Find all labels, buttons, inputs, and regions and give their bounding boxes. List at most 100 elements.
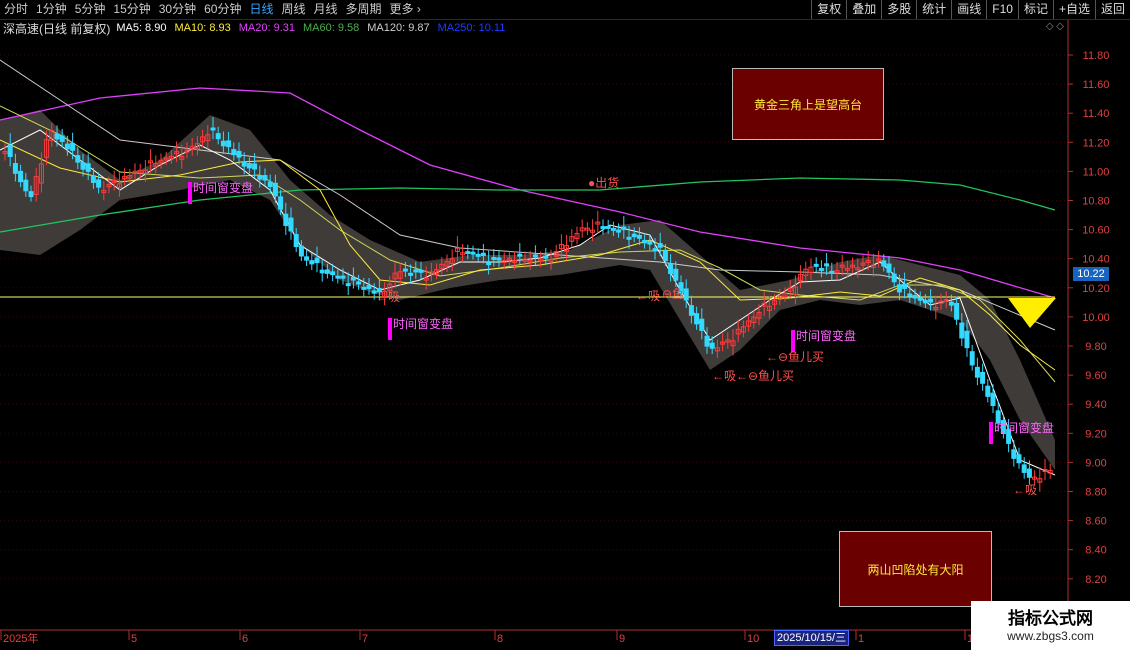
price-axis: 11.80 11.60 11.40 11.20 11.00 10.80 10.60 10.40… [1068,50,1110,586]
ma20-line [0,105,1056,383]
period-tab[interactable]: 5分钟 [75,0,106,19]
candle-body [356,281,362,285]
candle-body [236,150,242,158]
candle-body [928,298,934,303]
price-tick-label: 9.80 [1085,341,1106,353]
candle-body [824,263,830,267]
candle-body [54,133,60,140]
candle-body [408,272,414,276]
candle-body [621,226,627,231]
period-tab[interactable]: 月线 [314,0,338,19]
ma-legend-item: MA10: 8.93 [174,22,231,34]
candle-body [636,234,642,239]
period-tab[interactable]: 更多 › [390,0,421,19]
watermark-url: www.zbgs3.com [1007,628,1094,643]
tool-button[interactable]: 返回 [1094,0,1130,19]
signal-marker [388,318,392,340]
current-price-tag: 10.22 [1073,267,1109,281]
candle-body [600,226,606,230]
signal-label: ←⊖鱼儿买 [766,350,824,364]
tool-button[interactable]: 复权 [811,0,846,19]
price-tick-label: 9.00 [1085,457,1106,469]
candle-body [907,293,913,297]
price-grid [0,54,1068,580]
candle-body [688,305,694,316]
tool-button[interactable]: 叠加 [846,0,881,19]
candle-body [340,275,346,279]
watermark: 指标公式网 www.zbgs3.com [971,601,1130,650]
candle-body [605,225,611,229]
indicator-line: 深高速(日线 前复权) MA5: 8.90 MA10: 8.93 MA20: 9.3… [0,20,1068,36]
candle-body [470,251,476,255]
period-tab[interactable]: 30分钟 [159,0,196,19]
tool-button[interactable]: 标记 [1017,0,1053,19]
tool-button[interactable]: 画线 [951,0,986,19]
ma-legend-item: MA250: 10.11 [437,22,506,34]
period-tab[interactable]: 周线 [281,0,305,19]
candle-body [278,196,284,210]
price-tick-label: 11.80 [1083,50,1110,62]
candle-body [517,253,523,257]
date-tick-label: 2025年 [3,631,38,645]
candle-body [683,288,689,301]
signal-label: 时间窗变盘 [393,316,453,331]
candle-body [59,135,65,142]
period-tab[interactable]: 1分钟 [36,0,67,19]
period-tabs: 分时 1分钟 5分钟 15分钟 30分钟 60分钟 日线 周线 月线 多周期 更多 › [4,0,429,19]
note-box-top[interactable]: 黄金三角上是望高台 [732,68,884,140]
period-tab[interactable]: 60分钟 [204,0,241,19]
tool-button[interactable]: 多股 [881,0,916,19]
candle-body [18,170,24,183]
candle-body [246,163,252,169]
tool-button[interactable]: F10 [986,0,1018,19]
period-tab[interactable]: 多周期 [346,0,382,19]
candle-body [948,301,954,306]
ma-legend-item: MA20: 9.31 [238,22,295,34]
candle-body [330,271,336,276]
candle-body [642,239,648,244]
price-tick-label: 9.60 [1085,370,1106,382]
candle-body [891,273,897,283]
price-tick-label: 10.20 [1082,283,1110,295]
price-tick-label: 11.20 [1083,137,1110,149]
tool-button[interactable]: +自选 [1052,0,1095,19]
candle-body [319,269,325,274]
tool-button[interactable]: 统计 [916,0,951,19]
price-tick-label: 10.40 [1082,254,1110,266]
candle-body [990,392,996,407]
price-tick-label: 11.40 [1083,108,1110,120]
price-tick-label: 8.40 [1085,545,1106,557]
candle-body [350,277,356,281]
candle-body [345,283,351,287]
candle-body [902,283,908,289]
signal-label: 时间窗变盘 [796,328,856,343]
period-tab[interactable]: 分时 [4,0,28,19]
candle-body [418,269,424,273]
cursor-date-label: 2025/10/15/三 [774,630,850,646]
candle-body [267,181,273,187]
candle-body [709,342,715,349]
price-tick-label: 10.00 [1082,312,1110,324]
signal-marker [188,182,192,204]
candle-body [293,234,299,248]
info-icons[interactable]: ◇ ◇ [1046,21,1064,32]
note-box-bottom[interactable]: 两山凹陷处有大阳 [839,531,992,607]
candle-body [12,163,18,174]
candle-body [1021,464,1027,473]
candle-body [283,213,289,226]
signal-marker [989,422,993,444]
candle-body [673,268,679,281]
candle-body [964,330,970,349]
candle-body [959,322,965,339]
price-tick-label: 9.20 [1085,428,1106,440]
ma-legend-item: MA120: 9.87 [367,22,430,34]
candle-body [881,260,887,267]
period-tab[interactable]: 日线 [249,0,273,19]
candle-body [402,268,408,272]
period-tab[interactable]: 15分钟 [113,0,150,19]
candle-body [28,191,34,198]
candle-body [912,295,918,299]
date-tick-label: 7 [362,633,368,645]
candle-body [314,257,320,264]
candle-body [631,233,637,238]
